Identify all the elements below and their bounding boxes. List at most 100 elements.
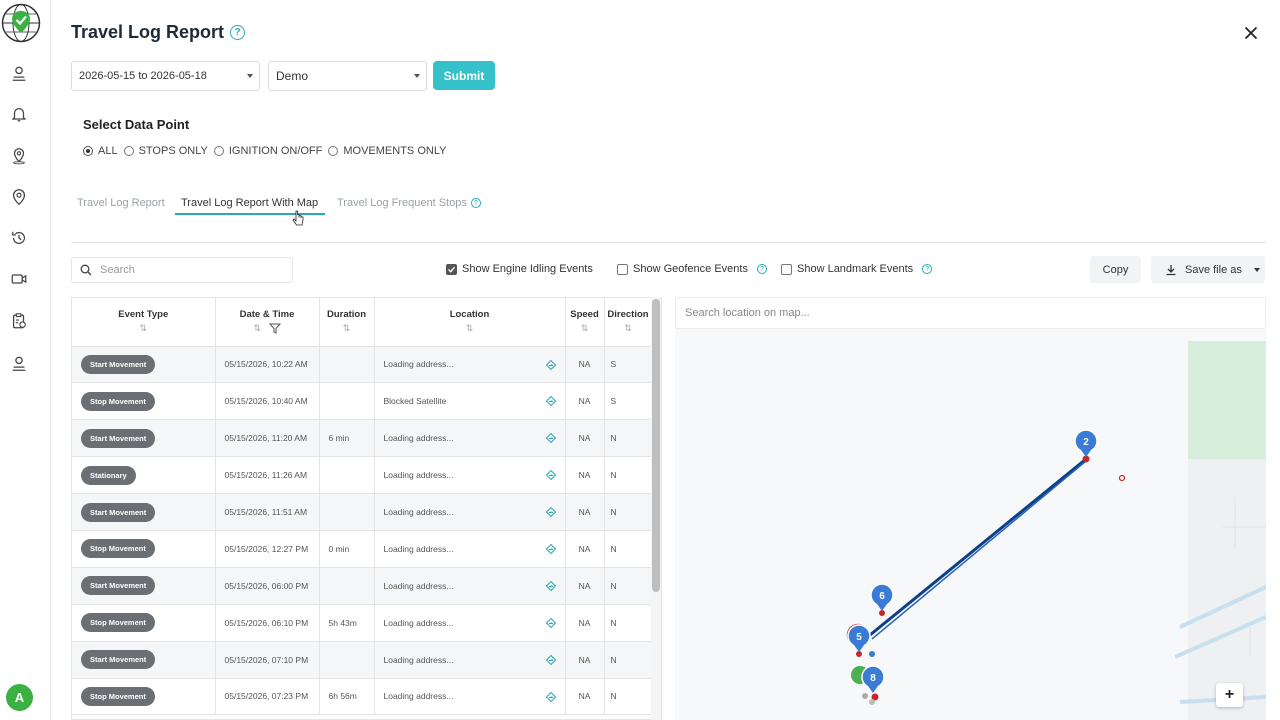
user-management-icon[interactable] <box>9 354 29 374</box>
copy-button[interactable]: Copy <box>1090 256 1141 283</box>
tab-travel-log-report-with-map[interactable]: Travel Log Report With Map <box>181 197 318 209</box>
driver-icon[interactable] <box>9 64 29 84</box>
event-badge[interactable]: Start Movement <box>81 354 156 374</box>
event-badge[interactable]: Stop Movement <box>81 539 155 559</box>
radio-dot[interactable] <box>213 146 224 156</box>
radio-dot[interactable] <box>123 146 134 156</box>
event-badge[interactable]: Stationary <box>81 465 136 485</box>
engine-idling-checkbox[interactable]: Show Engine Idling Events <box>446 263 593 275</box>
checkbox-checked[interactable] <box>446 263 457 275</box>
event-type-cell: Stop Movement <box>72 604 216 642</box>
geofence-icon[interactable] <box>9 187 29 207</box>
history-icon[interactable] <box>9 228 29 248</box>
navigate-icon[interactable] <box>545 470 556 481</box>
table-row[interactable]: Stop Movement 05/15/2026, 07:23 PM 6h 56m L… <box>72 678 653 716</box>
checkbox[interactable] <box>617 263 628 275</box>
route-map[interactable]: 2 6 5 8 + <box>675 297 1266 720</box>
stop-point[interactable] <box>869 651 875 657</box>
location-pin-icon[interactable] <box>9 146 29 166</box>
event-badge[interactable]: Start Movement <box>81 428 156 448</box>
tab-travel-log-report[interactable]: Travel Log Report <box>77 197 165 209</box>
map-search-input[interactable] <box>685 307 1085 319</box>
col-duration[interactable]: Duration ⇅ <box>319 298 375 347</box>
table-row[interactable]: Start Movement 05/15/2026, 06:00 PM Loadin… <box>72 567 653 605</box>
save-file-button[interactable]: Save file as <box>1151 256 1265 283</box>
radio-all[interactable]: ALL <box>83 145 118 157</box>
location-text: Loading address... <box>383 507 454 517</box>
help-icon[interactable]: ? <box>230 25 246 40</box>
event-badge[interactable]: Start Movement <box>81 650 156 670</box>
navigate-icon[interactable] <box>545 543 556 554</box>
navigate-icon[interactable] <box>545 654 556 665</box>
navigate-icon[interactable] <box>545 580 556 591</box>
map-marker-6[interactable]: 6 <box>870 583 894 611</box>
date-range-select[interactable]: 2026-05-15 to 2026-05-18 <box>71 61 260 91</box>
sort-icon[interactable]: ⇅ <box>566 323 604 334</box>
navigate-icon[interactable] <box>545 359 556 370</box>
navigate-icon[interactable] <box>545 617 556 628</box>
col-event-type[interactable]: Event Type ⇅ <box>72 298 216 347</box>
vehicle-select[interactable]: Demo <box>268 61 427 91</box>
col-speed[interactable]: Speed ⇅ <box>565 298 605 347</box>
zoom-in-button[interactable]: + <box>1216 683 1243 707</box>
sort-icon[interactable]: ⇅ <box>320 323 374 334</box>
navigate-icon[interactable] <box>545 433 556 444</box>
help-icon[interactable]: ? <box>756 264 767 274</box>
col-date-time[interactable]: Date & Time ⇅ <box>215 298 320 347</box>
col-location[interactable]: Location ⇅ <box>374 298 566 347</box>
table-row[interactable]: Stop Movement 05/15/2026, 12:27 PM 0 min Lo… <box>72 530 653 568</box>
sort-icon[interactable]: ⇅ <box>72 323 215 334</box>
event-badge[interactable]: Start Movement <box>81 502 156 522</box>
stop-point[interactable] <box>869 699 875 705</box>
bell-icon[interactable] <box>9 104 29 124</box>
help-icon[interactable]: ? <box>922 264 933 274</box>
radio-movements-only[interactable]: MOVEMENTS ONLY <box>328 145 446 157</box>
app-logo[interactable] <box>1 3 41 43</box>
event-badge[interactable]: Stop Movement <box>81 391 155 411</box>
radio-dot[interactable] <box>328 146 339 156</box>
checkbox[interactable] <box>781 263 792 275</box>
stop-point[interactable] <box>862 693 868 699</box>
sort-icon[interactable]: ⇅ <box>375 323 565 334</box>
event-badge[interactable]: Start Movement <box>81 576 156 596</box>
table-row[interactable]: Start Movement 05/15/2026, 10:22 AM Loadin… <box>72 346 653 384</box>
landmark-checkbox[interactable]: Show Landmark Events ? <box>781 263 933 275</box>
table-row[interactable]: Start Movement 05/15/2026, 07:10 PM Loadin… <box>72 641 653 679</box>
table-row[interactable]: Start Movement 05/15/2026, 11:51 AM Loadin… <box>72 493 653 531</box>
event-badge[interactable]: Stop Movement <box>81 686 155 706</box>
navigate-icon[interactable] <box>545 691 556 702</box>
sort-icon[interactable]: ⇅ <box>216 323 319 335</box>
filter-icon[interactable] <box>268 323 281 335</box>
tab-travel-log-frequent-stops[interactable]: Travel Log Frequent Stops ? <box>337 197 481 209</box>
table-row[interactable]: Start Movement 05/15/2026, 11:20 AM 6 min L… <box>72 419 653 458</box>
map-marker-8[interactable]: 8 <box>861 665 885 693</box>
radio-ignition[interactable]: IGNITION ON/OFF <box>213 145 322 157</box>
avatar[interactable]: A <box>6 684 33 711</box>
sort-icon[interactable]: ⇅ <box>605 323 652 334</box>
map-marker-2[interactable]: 2 <box>1074 429 1098 457</box>
event-badge[interactable]: Stop Movement <box>81 613 155 633</box>
close-icon[interactable] <box>1242 24 1260 42</box>
location-cell: Loading address... <box>374 456 566 495</box>
map-canvas[interactable]: 2 6 5 8 <box>675 297 1266 720</box>
navigate-icon[interactable] <box>545 396 556 407</box>
help-icon[interactable]: ? <box>470 198 481 208</box>
search-input[interactable] <box>100 264 270 276</box>
reports-icon[interactable] <box>9 311 29 331</box>
stop-point[interactable] <box>1118 474 1126 482</box>
table-row[interactable]: Stationary 05/15/2026, 11:26 AM Loading ad… <box>72 456 653 495</box>
table-row[interactable]: Stop Movement 05/15/2026, 06:10 PM 5h 43m L… <box>72 604 653 642</box>
map-marker-5[interactable]: 5 <box>847 624 871 652</box>
geofence-checkbox[interactable]: Show Geofence Events ? <box>617 263 767 275</box>
submit-button[interactable]: Submit <box>433 61 495 90</box>
radio-dot-selected[interactable] <box>83 146 93 156</box>
scrollbar-thumb[interactable] <box>652 299 660 592</box>
navigate-icon[interactable] <box>545 507 556 518</box>
table-scrollbar[interactable] <box>651 297 661 720</box>
col-direction[interactable]: Direction ⇅ <box>604 298 653 347</box>
direction-cell: S <box>604 346 653 384</box>
table-row[interactable]: Stop Movement 05/15/2026, 10:40 AM Blocked… <box>72 382 653 421</box>
radio-stops-only[interactable]: STOPS ONLY <box>123 145 208 157</box>
video-camera-icon[interactable] <box>9 269 29 289</box>
page-title: Travel Log Report ? <box>71 22 246 43</box>
